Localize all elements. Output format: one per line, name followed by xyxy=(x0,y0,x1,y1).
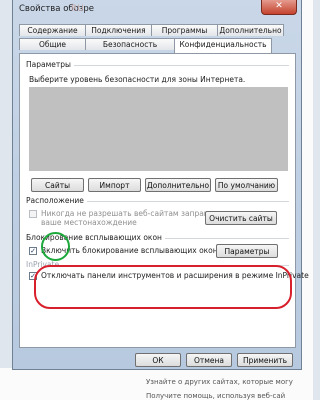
popup-blocker-checkbox-label: Включить блокирование всплывающих окон xyxy=(41,246,218,255)
location-group-label: Расположение xyxy=(26,196,87,205)
location-checkbox-label-line2: ваше местонахождение xyxy=(41,218,137,227)
advanced-button[interactable]: Дополнительно xyxy=(145,178,211,192)
inprivate-group-divider xyxy=(26,265,289,266)
popup-blocker-checkbox[interactable]: ✓ xyxy=(29,247,37,255)
location-checkbox[interactable] xyxy=(29,210,37,218)
tab-connections[interactable]: Подключения xyxy=(85,24,152,36)
cancel-button[interactable]: Отмена xyxy=(186,353,232,367)
popup-settings-button[interactable]: Параметры xyxy=(216,244,278,258)
tab-general[interactable]: Общие xyxy=(19,38,86,50)
import-button[interactable]: Импорт xyxy=(88,178,141,192)
tab-security[interactable]: Безопасность xyxy=(85,38,175,50)
close-button[interactable]: ✕ xyxy=(261,0,297,15)
background-text-line-2: Получите помощь, используя веб-сай xyxy=(146,392,286,400)
watermark: RU xyxy=(71,4,85,14)
settings-description: Выберите уровень безопасности для зоны И… xyxy=(29,75,246,84)
inprivate-checkbox[interactable]: ✓ xyxy=(29,272,37,280)
tab-programs[interactable]: Программы xyxy=(151,24,218,36)
defaults-button[interactable]: По умолчанию xyxy=(215,178,278,192)
tab-privacy[interactable]: Конфиденциальность xyxy=(174,38,272,53)
inprivate-group-label: InPrivate xyxy=(26,260,63,269)
sites-button[interactable]: Сайты xyxy=(31,178,84,192)
tab-content[interactable]: Содержание xyxy=(19,24,86,36)
apply-button[interactable]: Применить xyxy=(237,353,293,367)
background-page-right xyxy=(301,0,313,400)
internet-options-dialog: Свойства обозре RU ✕ Содержание Подключе… xyxy=(12,0,309,370)
tab-advanced[interactable]: Дополнительно xyxy=(217,24,284,36)
background-text-line-1: Узнайте о других сайтах, которые могу xyxy=(146,378,293,386)
settings-group-label: Параметры xyxy=(26,60,74,69)
popup-group-label: Блокирование всплывающих окон xyxy=(26,233,165,242)
privacy-level-area xyxy=(29,87,288,171)
clear-sites-button[interactable]: Очистить сайты xyxy=(205,211,277,225)
privacy-tab-panel: Параметры Выберите уровень безопасности … xyxy=(19,53,309,348)
inprivate-checkbox-label: Отключать панели инструментов и расширен… xyxy=(41,271,309,280)
ok-button[interactable]: ОК xyxy=(135,353,181,367)
